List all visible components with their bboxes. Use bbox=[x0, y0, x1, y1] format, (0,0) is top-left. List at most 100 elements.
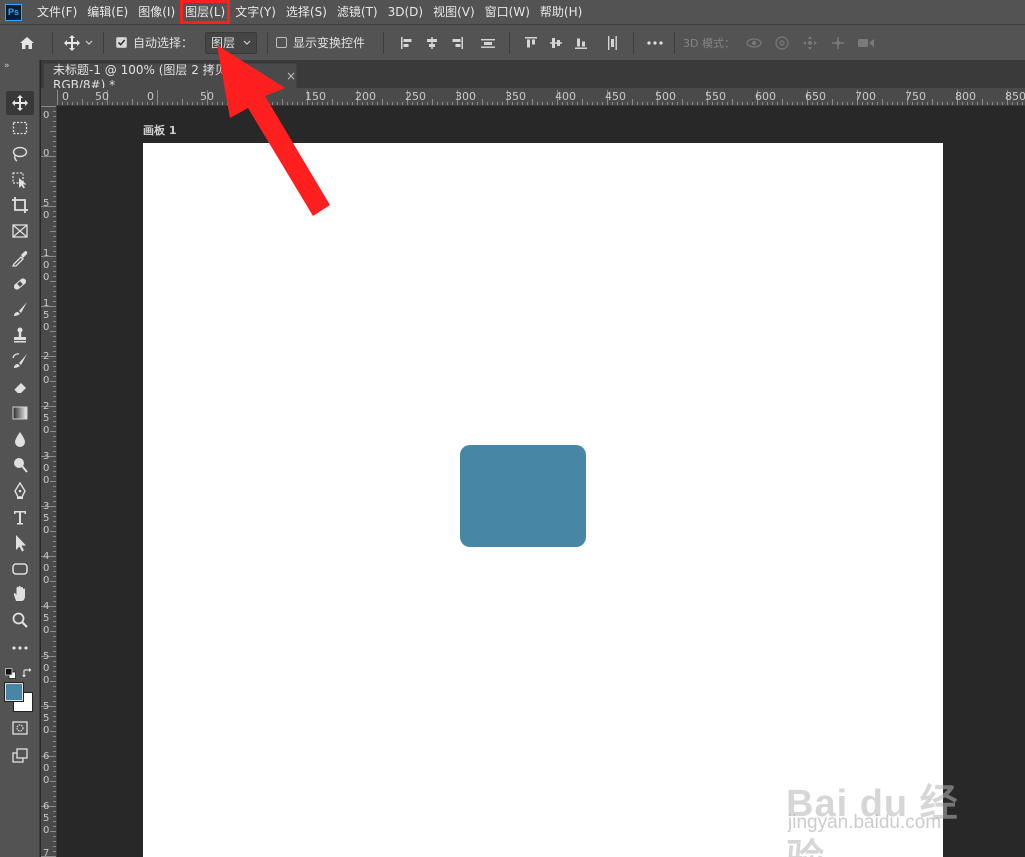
dodge-tool-icon[interactable] bbox=[6, 453, 34, 477]
align-horizontal-centers-icon[interactable] bbox=[421, 32, 443, 54]
photoshop-logo[interactable]: Ps bbox=[5, 3, 22, 21]
history-brush-tool-icon[interactable] bbox=[6, 349, 34, 373]
menu-layer[interactable]: 图层(L) bbox=[180, 0, 231, 24]
ruler-label: 3 bbox=[43, 501, 49, 512]
ruler-label: 0 bbox=[43, 675, 49, 686]
ruler-label: 400 bbox=[555, 90, 576, 103]
3d-mode-group bbox=[743, 32, 877, 54]
collapse-panel-icon[interactable]: » bbox=[0, 60, 39, 72]
ruler-label: 0 bbox=[43, 260, 49, 271]
ruler-label: 0 bbox=[43, 725, 49, 736]
type-tool-icon[interactable] bbox=[6, 505, 34, 529]
move-tool-icon[interactable] bbox=[6, 91, 34, 115]
menu-help[interactable]: 帮助(H) bbox=[535, 0, 587, 24]
object-selection-tool-icon[interactable] bbox=[6, 168, 34, 192]
scale-3d-icon[interactable] bbox=[855, 32, 877, 54]
menu-edit[interactable]: 编辑(E) bbox=[82, 0, 133, 24]
separator bbox=[52, 31, 53, 54]
quick-mask-icon[interactable] bbox=[6, 716, 34, 740]
swap-colors-icon[interactable] bbox=[22, 664, 33, 678]
ruler-label: 5 bbox=[43, 701, 49, 712]
distribute-vertical-icon[interactable] bbox=[601, 32, 623, 54]
document-tab-bar: 未标题-1 @ 100% (图层 2 拷贝, RGB/8#) * × bbox=[41, 60, 1025, 92]
options-bar: 自动选择： 图层 显示变换控件 3D 模式： bbox=[0, 24, 1025, 60]
ruler-label: 850 bbox=[1005, 90, 1025, 103]
ruler-label: 600 bbox=[755, 90, 776, 103]
baidu-watermark: Bai du 经验 jingyan.baidu.com bbox=[786, 742, 986, 857]
rectangle-tool-icon[interactable] bbox=[6, 557, 34, 581]
rounded-rectangle-shape[interactable] bbox=[460, 445, 586, 547]
clone-stamp-tool-icon[interactable] bbox=[6, 323, 34, 347]
brush-tool-icon[interactable] bbox=[6, 297, 34, 321]
drag-3d-icon[interactable] bbox=[799, 32, 821, 54]
ruler-label: 1 bbox=[43, 248, 49, 259]
separator bbox=[103, 31, 104, 54]
path-selection-tool-icon[interactable] bbox=[6, 531, 34, 555]
menu-window[interactable]: 窗口(W) bbox=[480, 0, 535, 24]
ruler-label: 6 bbox=[43, 801, 49, 812]
ruler-label: 1 bbox=[43, 298, 49, 309]
align-bottom-edges-icon[interactable] bbox=[570, 32, 592, 54]
blur-tool-icon[interactable] bbox=[6, 427, 34, 451]
hand-tool-icon[interactable] bbox=[6, 582, 34, 606]
ruler-label: 0 bbox=[43, 375, 49, 386]
more-options-icon[interactable] bbox=[644, 32, 666, 54]
align-top-edges-icon[interactable] bbox=[520, 32, 542, 54]
menu-3d[interactable]: 3D(D) bbox=[383, 0, 428, 24]
foreground-color-swatch[interactable] bbox=[4, 682, 24, 702]
zoom-tool-icon[interactable] bbox=[6, 608, 34, 632]
ruler-label: 2 bbox=[43, 351, 49, 362]
auto-select-checkbox[interactable]: 自动选择： bbox=[116, 34, 193, 51]
slide-3d-icon[interactable] bbox=[827, 32, 849, 54]
eyedropper-tool-icon[interactable] bbox=[6, 246, 34, 270]
ruler-origin[interactable] bbox=[41, 88, 57, 106]
ruler-label: 0 bbox=[43, 663, 49, 674]
ruler-label: 5 bbox=[43, 651, 49, 662]
gradient-tool-icon[interactable] bbox=[6, 401, 34, 425]
menu-file[interactable]: 文件(F) bbox=[32, 0, 82, 24]
roll-3d-icon[interactable] bbox=[771, 32, 793, 54]
separator bbox=[674, 31, 676, 54]
ruler-label: 750 bbox=[905, 90, 926, 103]
ruler-label: 5 bbox=[43, 713, 49, 724]
home-icon[interactable] bbox=[16, 32, 38, 54]
ruler-label: 250 bbox=[405, 90, 426, 103]
crop-tool-icon[interactable] bbox=[6, 193, 34, 217]
ruler-label: 0 bbox=[43, 463, 49, 474]
chevron-down-icon[interactable] bbox=[83, 32, 95, 54]
menu-type[interactable]: 文字(Y) bbox=[230, 0, 281, 24]
ruler-label: 6 bbox=[43, 751, 49, 762]
orbit-3d-icon[interactable] bbox=[743, 32, 765, 54]
ruler-label: 7 bbox=[43, 848, 49, 857]
menu-view[interactable]: 视图(V) bbox=[428, 0, 480, 24]
pen-tool-icon[interactable] bbox=[6, 479, 34, 503]
align-vertical-centers-icon[interactable] bbox=[545, 32, 567, 54]
menu-image[interactable]: 图像(I) bbox=[133, 0, 180, 24]
distribute-horizontal-icon[interactable] bbox=[477, 32, 499, 54]
more-tools-icon[interactable] bbox=[6, 636, 34, 660]
3d-mode-label: 3D 模式： bbox=[683, 36, 735, 50]
ruler-label: 3 bbox=[43, 451, 49, 462]
marquee-tool-icon[interactable] bbox=[6, 116, 34, 140]
tools-panel: » bbox=[0, 60, 40, 857]
align-vertical-group bbox=[520, 32, 623, 54]
lasso-tool-icon[interactable] bbox=[6, 142, 34, 166]
align-left-edges-icon[interactable] bbox=[396, 32, 418, 54]
ruler-label: 5 bbox=[43, 513, 49, 524]
frame-tool-icon[interactable] bbox=[6, 219, 34, 243]
menu-select[interactable]: 选择(S) bbox=[281, 0, 332, 24]
align-right-edges-icon[interactable] bbox=[446, 32, 468, 54]
vertical-ruler[interactable]: 0050100150200250300350400450500550600650… bbox=[41, 106, 57, 857]
ruler-label: 5 bbox=[43, 813, 49, 824]
artboard-label[interactable]: 画板 1 bbox=[143, 122, 176, 138]
screen-mode-icon[interactable] bbox=[6, 744, 34, 768]
ruler-label: 0 bbox=[43, 110, 49, 121]
move-tool-preset-icon[interactable] bbox=[61, 32, 83, 54]
ruler-label: 0 bbox=[43, 272, 49, 283]
eraser-tool-icon[interactable] bbox=[6, 375, 34, 399]
check-icon bbox=[116, 37, 127, 48]
healing-brush-tool-icon[interactable] bbox=[6, 272, 34, 296]
menu-filter[interactable]: 滤镜(T) bbox=[332, 0, 383, 24]
ruler-label: 2 bbox=[43, 401, 49, 412]
default-colors-icon[interactable] bbox=[5, 664, 16, 679]
